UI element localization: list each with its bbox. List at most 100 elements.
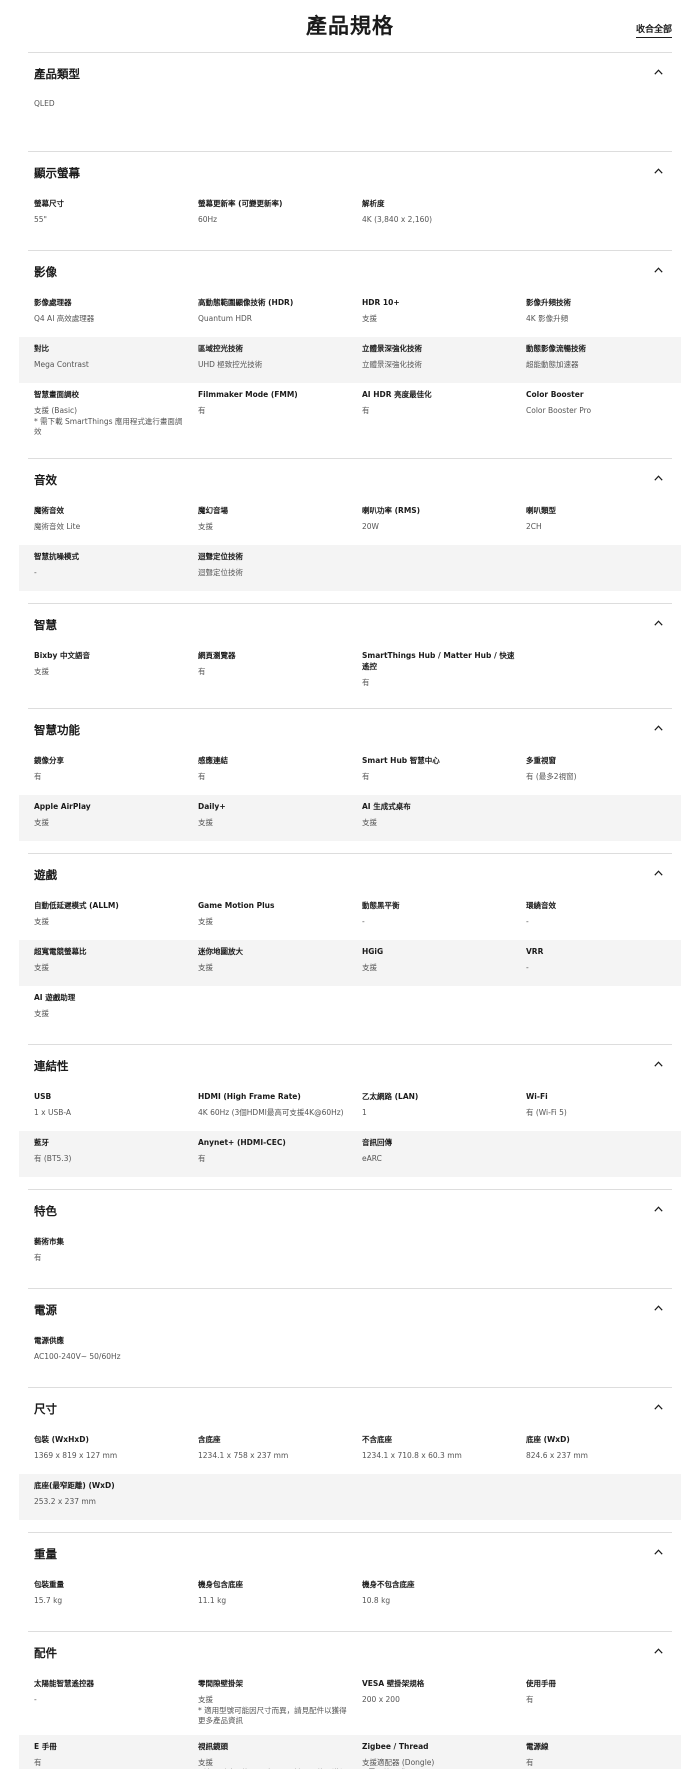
chevron-up-icon[interactable] — [654, 474, 663, 483]
spec-item: 喇叭類型 2CH — [526, 505, 678, 537]
spec-value: 824.6 x 237 mm — [526, 1451, 588, 1460]
spec-value: 有 — [526, 1695, 534, 1704]
spec-value: 支援 — [198, 917, 213, 926]
spec-value: 支援 — [34, 818, 49, 827]
spec-label: 藍牙 — [34, 1138, 49, 1147]
spec-label: 底座(最窄距離) (WxD) — [34, 1481, 115, 1490]
spec-item: 魔術音效 魔術音效 Lite — [34, 505, 198, 537]
spec-label: 立體景深強化技術 — [362, 344, 422, 353]
spec-value: 1 — [362, 1108, 367, 1117]
chevron-up-icon[interactable] — [654, 1061, 663, 1069]
spec-label: Smart Hub 智慧中心 — [362, 756, 440, 765]
spec-label: Game Motion Plus — [198, 901, 275, 910]
spec-value: 1234.1 x 710.8 x 60.3 mm — [362, 1451, 462, 1460]
spec-label: Bixby 中文語音 — [34, 650, 90, 660]
spec-item: 底座 (WxD) 824.6 x 237 mm — [526, 1434, 678, 1466]
spec-row: 智慧畫面調校 支援 (Basic) * 需下載 SmartThings 應用程式進… — [28, 383, 672, 446]
chevron-up-icon[interactable] — [654, 69, 663, 77]
spec-row: 底座(最窄距離) (WxD) 253.2 x 237 mm — [19, 1474, 681, 1520]
spec-label: AI 遊戲助理 — [34, 993, 76, 1002]
spec-label: 解析度 — [362, 199, 385, 208]
section-header[interactable]: 特色 — [28, 1190, 672, 1230]
spec-value: 支援 — [362, 314, 377, 323]
spec-label: 包裝重量 — [34, 1580, 64, 1589]
chevron-up-icon[interactable] — [654, 1305, 663, 1313]
chevron-up-icon[interactable] — [654, 1404, 663, 1412]
spec-label: 超寬電競螢幕比 — [34, 947, 87, 956]
section-header[interactable]: 顯示螢幕 — [28, 152, 672, 192]
section-header[interactable]: 智慧功能 — [28, 709, 672, 749]
spec-label: 迷你地圖放大 — [198, 947, 243, 956]
spec-value: 有 — [198, 1154, 206, 1163]
spec-value: 4K (3,840 x 2,160) — [362, 215, 433, 224]
spec-item: VRR - — [526, 946, 678, 978]
section-title: 重量 — [34, 1547, 57, 1561]
spec-section: 智慧功能 鏡像分享有感應連結有 Smart Hub 智慧中心有多重視窗有 (最多2視… — [19, 708, 681, 853]
spec-item: Zigbee / Thread 支援適配器 (Dongle) * 需另外選購 — [362, 1741, 526, 1769]
spec-section: 連結性 USB 1 x USB-A HDMI (High Frame Rate) 4K … — [19, 1044, 681, 1189]
section-header[interactable]: 連結性 — [28, 1045, 672, 1085]
spec-value: 支援 — [34, 917, 49, 926]
spec-label: AI 生成式桌布 — [362, 802, 411, 811]
chevron-up-icon[interactable] — [654, 1648, 663, 1656]
section-header[interactable]: 產品類型 — [28, 53, 672, 93]
chevron-up-icon[interactable] — [654, 619, 663, 628]
spec-section: 尺寸 包裝 (WxHxD) 1369 x 819 x 127 mm 含底座 1234.1… — [19, 1387, 681, 1532]
spec-row: 魔術音效 魔術音效 Lite 魔幻音場 支援 喇叭功率 (RMS) 20W 喇叭類型 2CH — [28, 499, 672, 545]
chevron-up-icon[interactable] — [654, 168, 663, 176]
spec-label: Filmmaker Mode (FMM) — [198, 390, 298, 399]
chevron-up-icon[interactable] — [654, 1206, 663, 1214]
spec-item: 電源線有 — [526, 1741, 678, 1769]
spec-value: 1234.1 x 758 x 237 mm — [198, 1451, 289, 1460]
spec-item: 電源供應 AC100-240V~ 50/60Hz — [34, 1335, 198, 1367]
spec-label: 自動低延遲模式 (ALLM) — [34, 901, 119, 910]
section-header[interactable]: 尺寸 — [28, 1388, 672, 1428]
spec-value: 支援 — [34, 1009, 49, 1018]
spec-section: 音效 魔術音效 魔術音效 Lite 魔幻音場 支援 喇叭功率 (RMS) 20W 喇叭類型 2C… — [19, 457, 681, 603]
spec-label: 影像處理器 — [34, 298, 72, 307]
spec-section: 配件 太陽能智慧遙控器 - 零間隙壁掛架 支援 * 適用型號可能因尺寸而異，請見配件以獲… — [19, 1631, 681, 1769]
spec-label: Zigbee / Thread — [362, 1741, 429, 1751]
chevron-up-icon[interactable] — [654, 725, 663, 733]
spec-item: 零間隙壁掛架 支援 * 適用型號可能因尺寸而異，請見配件以獲得更多產品資訊 — [198, 1678, 362, 1727]
spec-row: 智慧抗噪模式 - 迴聲定位技術 迴聲定位技術 — [19, 544, 681, 591]
section-header[interactable]: 智慧 — [28, 604, 672, 644]
section-header[interactable]: 影像 — [28, 251, 672, 291]
section-title: 智慧 — [34, 617, 57, 632]
spec-label: 環繞音效 — [526, 901, 556, 910]
spec-label: 乙太網路 (LAN) — [362, 1092, 419, 1101]
spec-item: 感應連結有 — [198, 755, 362, 787]
spec-label: Color Booster — [526, 390, 584, 399]
spec-label: HDR 10+ — [362, 298, 400, 307]
chevron-up-icon[interactable] — [654, 870, 663, 878]
section-header[interactable]: 重量 — [28, 1533, 672, 1573]
spec-label: Wi-Fi — [526, 1092, 548, 1101]
section-header[interactable]: 配件 — [28, 1632, 672, 1672]
spec-label: 螢幕更新率 (可變更新率) — [198, 199, 283, 208]
chevron-up-icon[interactable] — [654, 267, 663, 275]
spec-value: 超能動態加速器 — [526, 360, 579, 369]
chevron-up-icon[interactable] — [654, 1549, 663, 1557]
spec-value: 60Hz — [198, 215, 218, 224]
spec-value: 支援 * 適用型號可能因尺寸而異，請見配件以獲得更多產品資訊 — [198, 1757, 347, 1769]
spec-value: 有 (BT5.3) — [34, 1154, 72, 1163]
spec-value: 支援 — [34, 963, 49, 972]
spec-item: 藝術市集有 — [34, 1236, 198, 1268]
spec-item: Game Motion Plus 支援 — [198, 900, 362, 932]
section-header[interactable]: 遊戲 — [28, 854, 672, 894]
spec-row: E 手冊有視訊鏡頭支援 * 適用型號可能因尺寸而異，請見配件以獲得更多產品資訊Z… — [19, 1734, 681, 1769]
section-header[interactable]: 音效 — [28, 459, 672, 499]
spec-item: USB 1 x USB-A — [34, 1091, 198, 1123]
spec-item: QLED — [34, 99, 198, 131]
spec-value: Color Booster Pro — [526, 406, 592, 415]
spec-value: 有 — [198, 772, 206, 781]
spec-section: 電源電源供應 AC100-240V~ 50/60Hz — [28, 1288, 672, 1387]
section-title: 智慧功能 — [34, 723, 80, 737]
section-title: 電源 — [34, 1303, 57, 1317]
spec-row: Apple AirPlay 支援 Daily+ 支援 AI 生成式桌布 支援 — [19, 795, 681, 841]
spec-value: - — [526, 963, 529, 972]
spec-label: 對比 — [34, 344, 49, 353]
section-header[interactable]: 電源 — [28, 1289, 672, 1329]
collapse-all-link[interactable]: 收合全部 — [635, 22, 672, 38]
spec-value: 支援 — [34, 666, 49, 676]
